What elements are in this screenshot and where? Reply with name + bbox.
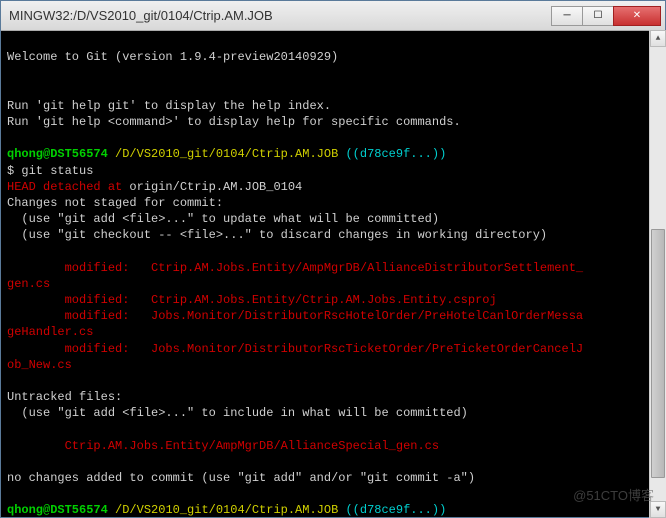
prompt-path: /D/VS2010_git/0104/Ctrip.AM.JOB: [108, 147, 338, 161]
untracked-file-1: Ctrip.AM.Jobs.Entity/AmpMgrDB/AllianceSp…: [7, 439, 439, 453]
welcome-line: Welcome to Git (version 1.9.4-preview201…: [7, 50, 338, 64]
prompt-user: qhong@DST56574: [7, 503, 108, 517]
modified-label: modified:: [7, 342, 151, 356]
untracked-hint: (use "git add <file>..." to include in w…: [7, 406, 468, 420]
terminal-window: MINGW32:/D/VS2010_git/0104/Ctrip.AM.JOB …: [0, 0, 666, 518]
prompt-user: qhong@DST56574: [7, 147, 108, 161]
watermark: @51CTO博客: [573, 485, 654, 504]
prompt-path: /D/VS2010_git/0104/Ctrip.AM.JOB: [108, 503, 338, 517]
summary-line: no changes added to commit (use "git add…: [7, 471, 475, 485]
command-input: $ git status: [7, 164, 93, 178]
changes-header: Changes not staged for commit:: [7, 196, 223, 210]
scroll-up-icon[interactable]: ▲: [650, 30, 666, 47]
modified-file-1b: gen.cs: [7, 277, 50, 291]
hint-checkout: (use "git checkout -- <file>..." to disc…: [7, 228, 547, 242]
window-controls: ─ ☐ ✕: [552, 6, 661, 26]
untracked-header: Untracked files:: [7, 390, 122, 404]
titlebar[interactable]: MINGW32:/D/VS2010_git/0104/Ctrip.AM.JOB …: [1, 1, 665, 31]
head-ref: origin/Ctrip.AM.JOB_0104: [122, 180, 302, 194]
modified-file-4b: ob_New.cs: [7, 358, 72, 372]
maximize-button[interactable]: ☐: [582, 6, 614, 26]
modified-file-2: Ctrip.AM.Jobs.Entity/Ctrip.AM.Jobs.Entit…: [151, 293, 497, 307]
modified-file-3b: geHandler.cs: [7, 325, 93, 339]
modified-label: modified:: [7, 293, 151, 307]
head-detached-label: HEAD detached at: [7, 180, 122, 194]
prompt-branch: ((d78ce9f...)): [338, 147, 446, 161]
modified-file-3a: Jobs.Monitor/DistributorRscHotelOrder/Pr…: [151, 309, 583, 323]
window-title: MINGW32:/D/VS2010_git/0104/Ctrip.AM.JOB: [9, 8, 552, 23]
help-line-2: Run 'git help <command>' to display help…: [7, 115, 461, 129]
hint-add: (use "git add <file>..." to update what …: [7, 212, 439, 226]
terminal-output[interactable]: Welcome to Git (version 1.9.4-preview201…: [1, 31, 665, 517]
scroll-track[interactable]: [650, 47, 666, 501]
modified-file-4a: Jobs.Monitor/DistributorRscTicketOrder/P…: [151, 342, 583, 356]
modified-label: modified:: [7, 261, 151, 275]
vertical-scrollbar[interactable]: ▲ ▼: [649, 30, 666, 518]
scroll-thumb[interactable]: [651, 229, 665, 479]
modified-label: modified:: [7, 309, 151, 323]
modified-file-1a: Ctrip.AM.Jobs.Entity/AmpMgrDB/AllianceDi…: [151, 261, 583, 275]
help-line-1: Run 'git help git' to display the help i…: [7, 99, 331, 113]
close-button[interactable]: ✕: [613, 6, 661, 26]
minimize-button[interactable]: ─: [551, 6, 583, 26]
prompt-branch: ((d78ce9f...)): [338, 503, 446, 517]
